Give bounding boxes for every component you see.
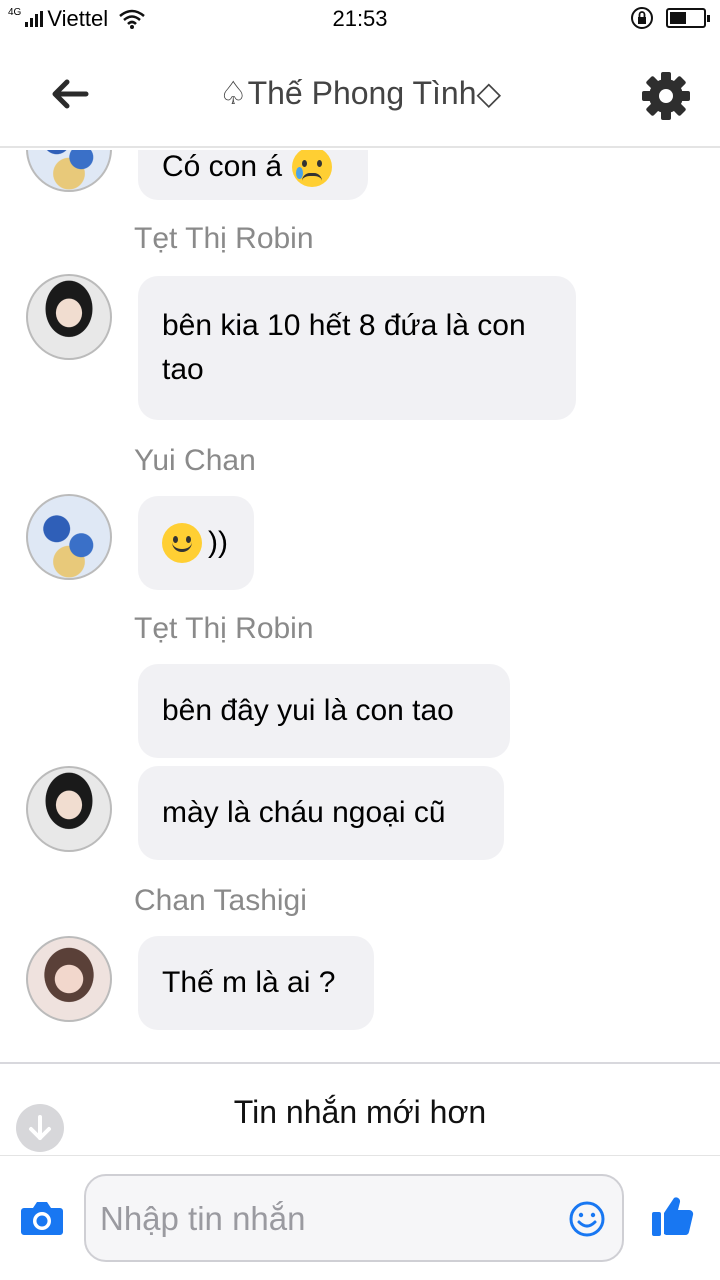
message-bubble[interactable]: bên đây yui là con tao [138, 664, 510, 758]
sender-name: Yui Chan [134, 444, 256, 477]
message-text: bên đây yui là con tao [162, 694, 454, 727]
message-text: Có con á [162, 150, 283, 183]
avatar-chan-tashigi[interactable] [26, 936, 112, 1022]
battery-icon [666, 8, 710, 28]
status-bar: 4G Viettel 21:53 [0, 0, 720, 38]
smile-icon [569, 1201, 605, 1237]
newer-messages-bar[interactable]: Tin nhắn mới hơn [0, 1062, 720, 1156]
message-composer [0, 1158, 720, 1280]
newer-messages-label[interactable]: Tin nhắn mới hơn [0, 1094, 720, 1131]
sender-name: Chan Tashigi [134, 884, 307, 917]
avatar-yui-chan[interactable] [26, 150, 112, 192]
message-text: mày là cháu ngoại cũ [162, 796, 446, 829]
camera-button[interactable] [20, 1200, 64, 1236]
camera-icon [21, 1202, 63, 1235]
rotation-lock-icon [631, 7, 653, 29]
sender-name: Tẹt Thị Robin [134, 222, 314, 255]
message-text: Thế m là ai ? [162, 966, 336, 999]
clock: 21:53 [332, 6, 388, 31]
gear-icon [642, 72, 690, 120]
message-list[interactable]: Có con á Tẹt Thị Robin bên kia 10 hết 8 … [0, 150, 720, 1060]
avatar-yui-chan[interactable] [26, 494, 112, 580]
avatar-tet-thi-robin[interactable] [26, 766, 112, 852]
message-bubble[interactable]: Thế m là ai ? [138, 936, 374, 1030]
avatar-tet-thi-robin[interactable] [26, 274, 112, 360]
message-bubble[interactable]: bên kia 10 hết 8 đứa là con tao [138, 276, 576, 420]
message-text: )) [208, 526, 228, 559]
smile-emoji [162, 523, 202, 563]
sad-tear-emoji [292, 150, 333, 187]
battery-fill [670, 12, 686, 24]
settings-button[interactable] [640, 70, 692, 122]
message-input-box[interactable] [84, 1174, 624, 1262]
message-bubble[interactable]: )) [138, 496, 254, 590]
conversation-title[interactable]: ♤Thế Phong Tình◇ [0, 74, 720, 112]
message-input[interactable] [100, 1196, 560, 1242]
like-button[interactable] [650, 1194, 694, 1238]
status-right [630, 6, 710, 30]
sender-name: Tẹt Thị Robin [134, 612, 314, 645]
message-bubble[interactable]: Có con á [138, 150, 368, 200]
emoji-button[interactable] [568, 1200, 606, 1238]
message-text: bên kia 10 hết 8 đứa là con tao [162, 309, 526, 386]
chat-header: ♤Thế Phong Tình◇ [0, 38, 720, 148]
message-bubble[interactable]: mày là cháu ngoại cũ [138, 766, 504, 860]
thumbs-up-icon [652, 1197, 694, 1236]
